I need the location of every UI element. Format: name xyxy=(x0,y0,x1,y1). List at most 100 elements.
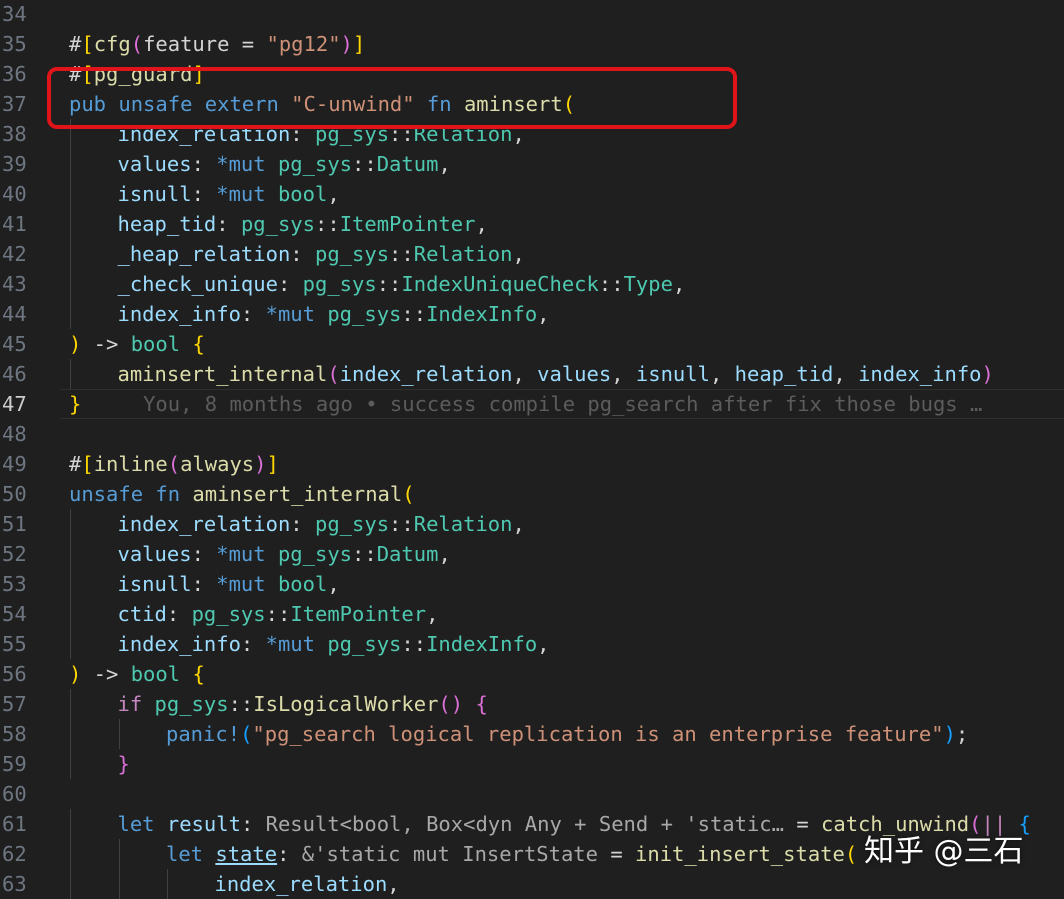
code-line[interactable]: 58 panic!("pg_search logical replication … xyxy=(0,719,1064,749)
code-token: , xyxy=(537,302,550,326)
line-number: 60 xyxy=(2,782,27,806)
code-line[interactable]: 63 index_relation, xyxy=(0,869,1064,899)
code-line[interactable]: 55 index_info: *mut pg_sys::IndexInfo, xyxy=(0,629,1064,659)
code-line[interactable]: 41 heap_tid: pg_sys::ItemPointer, xyxy=(0,209,1064,239)
code-line[interactable]: 57 if pg_sys::IsLogicalWorker() { xyxy=(0,689,1064,719)
code-token: index_relation xyxy=(117,122,291,146)
code-line[interactable]: 39 values: *mut pg_sys::Datum, xyxy=(0,149,1064,179)
code-text: index_relation: pg_sys::Relation, xyxy=(118,509,525,539)
code-token: , xyxy=(512,362,538,386)
code-line[interactable]: 40 isnull: *mut bool, xyxy=(0,179,1064,209)
code-line[interactable]: 34 xyxy=(0,0,1064,29)
code-token: , xyxy=(537,632,550,656)
code-token: values xyxy=(117,542,192,566)
code-token: -> xyxy=(81,662,131,686)
code-token: pg_sys xyxy=(314,122,390,146)
code-token: pg_sys xyxy=(277,152,353,176)
code-line[interactable]: 48 xyxy=(0,419,1064,449)
code-token: :: xyxy=(389,242,414,266)
code-text: ctid: pg_sys::ItemPointer, xyxy=(118,599,439,629)
code-line[interactable]: 60 xyxy=(0,779,1064,809)
code-token: :: xyxy=(389,122,414,146)
code-token: ) xyxy=(69,662,82,686)
code-line[interactable]: 50 unsafe fn aminsert_internal( xyxy=(0,479,1064,509)
code-token: "C-unwind" xyxy=(291,92,415,116)
code-line[interactable]: 37 pub unsafe extern "C-unwind" fn aminse… xyxy=(0,89,1064,119)
code-text: index_relation: pg_sys::Relation, xyxy=(118,119,525,149)
line-number: 40 xyxy=(2,182,27,206)
code-token: "pg12" xyxy=(266,32,341,56)
code-token: = xyxy=(796,812,822,836)
code-token: ) xyxy=(943,722,956,746)
code-text: if pg_sys::IsLogicalWorker() { xyxy=(118,689,488,719)
code-token: :: xyxy=(401,632,427,656)
code-line[interactable]: 46 aminsert_internal(index_relation, valu… xyxy=(0,359,1064,389)
code-line[interactable]: 45) -> bool { xyxy=(0,329,1064,359)
code-token: bool xyxy=(277,182,328,206)
code-text: index_relation, xyxy=(215,869,400,899)
code-token: ] xyxy=(266,452,279,476)
code-token: Relation xyxy=(413,242,513,266)
code-line[interactable]: 54 ctid: pg_sys::ItemPointer, xyxy=(0,599,1064,629)
code-line[interactable]: 38 index_relation: pg_sys::Relation, xyxy=(0,119,1064,149)
code-line[interactable]: 51 index_relation: pg_sys::Relation, xyxy=(0,509,1064,539)
code-token: pg_sys xyxy=(327,632,402,656)
indent-guide xyxy=(70,599,71,629)
code-token: pg_sys xyxy=(191,602,266,626)
indent-guide xyxy=(70,629,71,659)
indent-guide xyxy=(70,719,71,749)
code-token: index_relation xyxy=(339,362,513,386)
code-text: #[pg_guard] xyxy=(69,59,205,89)
code-token: ctid xyxy=(117,602,167,626)
code-text: isnull: *mut bool, xyxy=(118,179,340,209)
code-token: # xyxy=(69,452,82,476)
code-line[interactable]: 43 _check_unique: pg_sys::IndexUniqueChec… xyxy=(0,269,1064,299)
code-token: : xyxy=(290,122,315,146)
line-number: 55 xyxy=(2,632,27,656)
indent-guide xyxy=(70,569,71,599)
code-token: pg_sys xyxy=(154,692,229,716)
code-line[interactable]: 47} You, 8 months ago • success compile … xyxy=(0,389,1064,419)
code-token: bool xyxy=(130,662,181,686)
code-editor[interactable]: 34 35 #[cfg(feature = "pg12")] 36 #[pg_guard… xyxy=(0,0,1064,899)
code-token: ( xyxy=(240,722,253,746)
code-line[interactable]: 49 #[inline(always)] xyxy=(0,449,1064,479)
code-line[interactable]: 42 _heap_relation: pg_sys::Relation, xyxy=(0,239,1064,269)
code-token: heap_tid xyxy=(734,362,834,386)
git-blame-annotation: You, 8 months ago • success compile pg_s… xyxy=(143,392,983,416)
code-line[interactable]: 59} xyxy=(0,749,1064,779)
code-token: *mut xyxy=(216,152,278,176)
code-token: { xyxy=(192,332,205,356)
line-number: 41 xyxy=(2,212,27,236)
code-token: init_insert_state xyxy=(635,842,845,866)
code-token: , xyxy=(387,872,400,896)
line-number: 47 xyxy=(2,392,27,416)
code-line[interactable]: 53 isnull: *mut bool, xyxy=(0,569,1064,599)
code-line[interactable]: 36 #[pg_guard] xyxy=(0,59,1064,89)
code-token: aminsert_internal xyxy=(192,482,403,506)
line-number: 43 xyxy=(2,272,27,296)
code-token: _check_unique xyxy=(117,272,278,296)
line-number: 45 xyxy=(2,332,27,356)
code-line[interactable]: 35 #[cfg(feature = "pg12")] xyxy=(0,29,1064,59)
code-token: bool xyxy=(130,332,181,356)
code-token: if xyxy=(117,692,155,716)
code-token: Result<bool, Box<dyn Any + Send + 'stati… xyxy=(265,812,797,836)
line-number: 34 xyxy=(2,2,27,26)
code-token: , xyxy=(475,212,488,236)
code-token: : xyxy=(240,632,266,656)
line-number: 46 xyxy=(2,362,27,386)
code-text: isnull: *mut bool, xyxy=(118,569,340,599)
code-text: pub unsafe extern "C-unwind" fn aminsert… xyxy=(69,89,575,119)
line-number: 52 xyxy=(2,542,27,566)
code-token: heap_tid xyxy=(117,212,217,236)
code-line[interactable]: 44 index_info: *mut pg_sys::IndexInfo, xyxy=(0,299,1064,329)
code-line[interactable]: 52 values: *mut pg_sys::Datum, xyxy=(0,539,1064,569)
line-number: 44 xyxy=(2,302,27,326)
code-line[interactable]: 56) -> bool { xyxy=(0,659,1064,689)
code-token: : xyxy=(216,212,241,236)
indent-guide xyxy=(70,869,71,899)
